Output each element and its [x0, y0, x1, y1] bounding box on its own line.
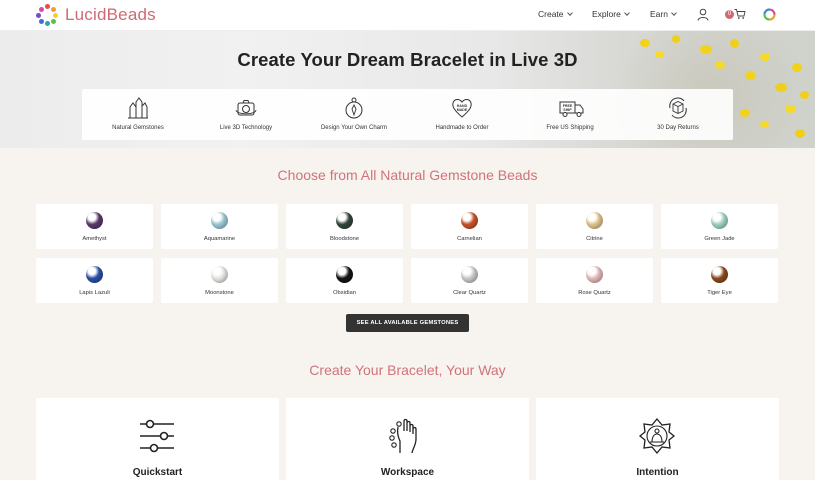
nav-explore[interactable]: Explore [592, 9, 630, 19]
see-all-gemstones-button[interactable]: SEE ALL AVAILABLE GEMSTONES [346, 314, 469, 332]
gemstone-name: Clear Quartz [453, 290, 486, 296]
site-header: LucidBeads Create Explore Earn 0 [0, 0, 815, 31]
hero-title: Create Your Dream Bracelet in Live 3D [237, 49, 578, 70]
cart-count-badge: 0 [725, 10, 734, 19]
handmade-badge-line-2: MADE [457, 108, 468, 112]
charm-icon [345, 97, 363, 119]
sliders-icon [140, 419, 174, 453]
gemstone-bead-icon [711, 212, 728, 229]
crystal-icon [128, 97, 148, 119]
gemstone-card[interactable]: Aquamarine [161, 204, 278, 249]
gemstone-name: Bloodstone [329, 236, 359, 242]
nav-earn-label: Earn [650, 9, 668, 19]
gemstone-card[interactable]: Tiger Eye [661, 258, 778, 303]
gemstone-bead-icon [211, 212, 228, 229]
chevron-down-icon [671, 9, 677, 16]
return-box-icon [669, 97, 687, 119]
truck-icon: FREE SHIP [559, 101, 584, 117]
gemstone-name: Aquamarine [203, 236, 236, 242]
workspace-card[interactable]: Workspace [286, 398, 529, 480]
gemstone-card[interactable]: Bloodstone [286, 204, 403, 249]
gemstone-bead-icon [461, 212, 478, 229]
feature-label: 30 Day Returns [657, 125, 699, 131]
feature-label: Live 3D Technology [219, 125, 273, 131]
gemstone-name: Tiger Eye [707, 290, 732, 296]
cart-icon[interactable] [734, 8, 746, 20]
meditation-icon [638, 417, 676, 455]
gemstone-card[interactable]: Clear Quartz [411, 258, 528, 303]
feature-label: Design Your Own Charm [320, 125, 388, 131]
gemstone-card[interactable]: Amethyst [36, 204, 153, 249]
gemstone-name: Green Jade [704, 236, 735, 242]
nav-explore-label: Explore [592, 9, 621, 19]
chevron-down-icon [623, 9, 630, 16]
gemstone-card[interactable]: Lapis Lazuli [36, 258, 153, 303]
nav-create[interactable]: Create [538, 9, 573, 19]
nav-create-label: Create [538, 9, 564, 19]
feature-label: Natural Gemstones [112, 125, 164, 131]
feature-live-3d: Live 3D Technology [192, 89, 300, 140]
feature-design-charm: Design Your Own Charm [300, 89, 408, 140]
brand-name: LucidBeads [65, 5, 156, 24]
gemstone-card[interactable]: Rose Quartz [536, 258, 653, 303]
chevron-down-icon [566, 9, 573, 16]
nav-earn[interactable]: Earn [650, 9, 677, 19]
gemstone-card[interactable]: Moonstone [161, 258, 278, 303]
gemstone-bead-icon [86, 266, 103, 283]
gemstone-bead-icon [586, 266, 603, 283]
feature-label: Handmade to Order [435, 125, 489, 131]
gemstone-card[interactable]: Obsidian [286, 258, 403, 303]
gemstone-bead-icon [336, 212, 353, 229]
workspace-label: Workspace [380, 467, 435, 478]
3d-camera-icon [235, 100, 257, 116]
gemstone-name: Moonstone [205, 290, 234, 296]
gemstone-name: Amethyst [82, 236, 107, 242]
feature-natural-gemstones: Natural Gemstones [84, 89, 192, 140]
gemstone-card[interactable]: Citrine [536, 204, 653, 249]
gemstone-bead-icon [586, 212, 603, 229]
gemstones-title: Choose from All Natural Gemstone Beads [277, 167, 538, 183]
color-wheel-icon[interactable] [763, 8, 776, 21]
gemstone-bead-icon [711, 266, 728, 283]
features-bar: Natural Gemstones Live 3D Technology Des… [82, 89, 733, 140]
gemstone-bead-icon [211, 266, 228, 283]
feature-free-shipping: FREE SHIP Free US Shipping [516, 89, 624, 140]
gemstone-name: Citrine [586, 236, 603, 242]
quickstart-card[interactable]: Quickstart [36, 398, 279, 480]
intention-label: Intention [636, 467, 679, 478]
gemstone-name: Lapis Lazuli [79, 290, 110, 296]
gemstone-bead-icon [461, 266, 478, 283]
gemstone-card[interactable]: Carnelian [411, 204, 528, 249]
intention-card[interactable]: Intention [536, 398, 779, 480]
gemstone-name: Rose Quartz [578, 290, 611, 296]
gemstone-name: Obsidian [333, 290, 356, 296]
hand-beads-icon [389, 418, 417, 454]
feature-returns: 30 Day Returns [624, 89, 732, 140]
gemstone-card[interactable]: Green Jade [661, 204, 778, 249]
user-icon[interactable] [697, 8, 709, 21]
gemstone-bead-icon [86, 212, 103, 229]
create-title: Create Your Bracelet, Your Way [309, 362, 506, 378]
feature-handmade: HAND MADE Handmade to Order [408, 89, 516, 140]
gemstone-bead-icon [336, 266, 353, 283]
handmade-heart-icon: HAND MADE [452, 99, 472, 118]
feature-label: Free US Shipping [546, 125, 594, 131]
brand-logo[interactable]: LucidBeads [36, 4, 156, 26]
bead-ring-logo-icon [36, 4, 58, 26]
gemstone-name: Carnelian [457, 236, 482, 242]
hero-banner: Create Your Dream Bracelet in Live 3D Na… [0, 31, 815, 148]
quickstart-label: Quickstart [132, 467, 183, 478]
shipping-badge-line-2: SHIP [563, 108, 572, 112]
